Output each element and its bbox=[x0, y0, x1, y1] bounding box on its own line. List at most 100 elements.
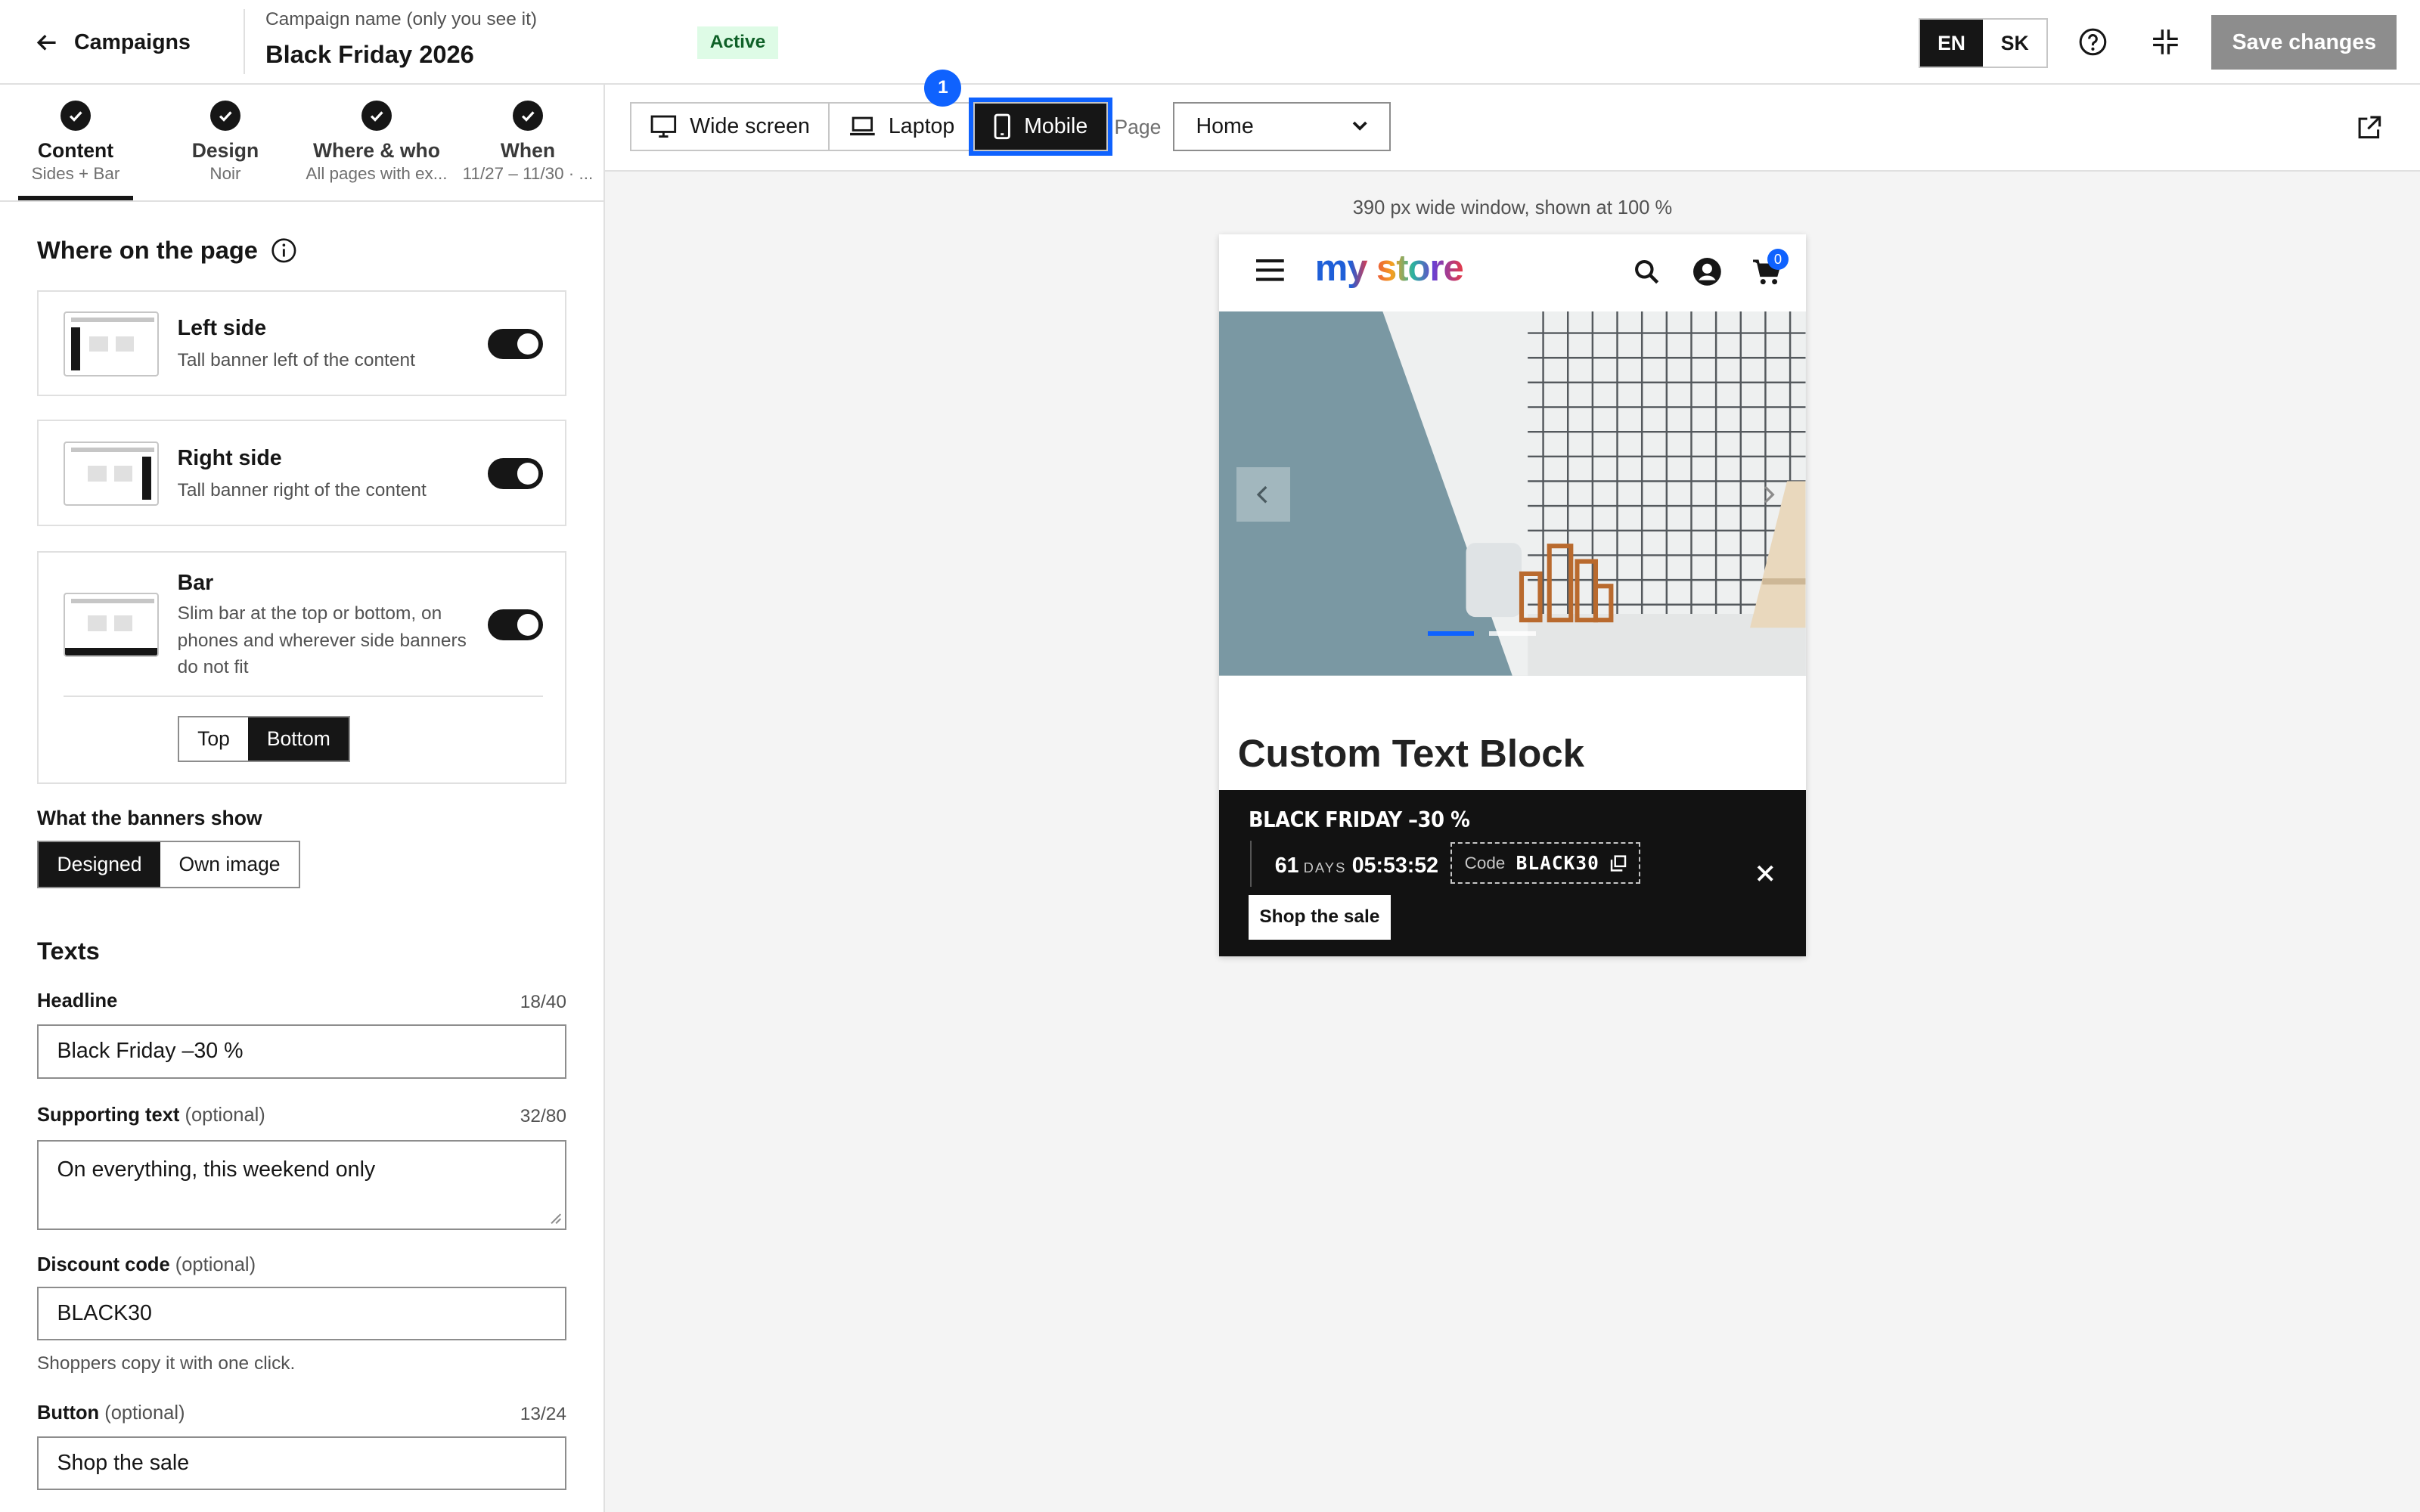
left-side-toggle[interactable] bbox=[487, 328, 544, 360]
step-subtitle: All pages with ex... bbox=[306, 163, 448, 183]
chevron-down-icon bbox=[1352, 121, 1367, 132]
store-header: my store 0 bbox=[1219, 234, 1806, 312]
step-when[interactable]: When 11/27 – 11/30 · ... bbox=[457, 100, 599, 184]
language-en-button[interactable]: EN bbox=[1919, 20, 1984, 67]
step-nav: Content Sides + Bar Design Noir Where & … bbox=[0, 85, 603, 203]
account-icon[interactable] bbox=[1692, 256, 1723, 287]
card-desc: Tall banner right of the content bbox=[177, 479, 427, 500]
left-side-thumbnail bbox=[63, 311, 160, 376]
status-badge: Active bbox=[697, 26, 778, 59]
code-value: BLACK30 bbox=[1516, 852, 1599, 875]
back-label: Campaigns bbox=[73, 29, 191, 54]
mobile-phone-icon bbox=[993, 113, 1011, 140]
collapse-icon[interactable] bbox=[2150, 26, 2181, 57]
placement-card-left: Left side Tall banner left of the conten… bbox=[36, 290, 566, 397]
checkmark-icon bbox=[60, 100, 92, 132]
top-bar: Campaigns Campaign name (only you see it… bbox=[0, 0, 2420, 85]
code-label: Code bbox=[1464, 853, 1506, 872]
own-image-option[interactable]: Own image bbox=[160, 842, 299, 888]
headline-label: Headline bbox=[36, 990, 118, 1012]
promo-headline: BLACK FRIDAY –30 % bbox=[1248, 807, 1470, 833]
carousel-prev-button[interactable] bbox=[1236, 467, 1291, 522]
button-label-text: Button bbox=[36, 1402, 100, 1424]
carousel-next-button[interactable] bbox=[1741, 467, 1795, 521]
button-char-count: 13/24 bbox=[520, 1404, 566, 1425]
search-icon[interactable] bbox=[1633, 258, 1661, 286]
divider bbox=[63, 696, 544, 698]
language-sk-button[interactable]: SK bbox=[1983, 20, 2046, 66]
card-title: Bar bbox=[177, 571, 214, 596]
app-root: Campaigns Campaign name (only you see it… bbox=[0, 0, 2420, 1512]
divider bbox=[0, 200, 603, 203]
help-icon[interactable] bbox=[2076, 25, 2110, 59]
right-side-thumbnail bbox=[63, 441, 160, 507]
wide-screen-button[interactable]: Wide screen bbox=[631, 103, 830, 150]
headline-input[interactable]: Black Friday –30 % bbox=[36, 1024, 566, 1079]
editor-panel: Content Sides + Bar Design Noir Where & … bbox=[0, 85, 603, 1512]
mobile-preview-frame: my store 0 Custom Text Block BLACK FRIDA… bbox=[1219, 234, 1806, 957]
hamburger-menu-icon[interactable] bbox=[1255, 258, 1286, 283]
back-to-campaigns-link[interactable]: Campaigns bbox=[34, 0, 191, 85]
bar-bottom-option[interactable]: Bottom bbox=[248, 717, 349, 761]
step-title: When bbox=[500, 138, 556, 162]
laptop-button[interactable]: Laptop bbox=[830, 103, 975, 150]
info-icon[interactable] bbox=[270, 237, 298, 265]
hero-carousel bbox=[1219, 311, 1806, 676]
carousel-dot[interactable] bbox=[1427, 631, 1474, 636]
placement-title: Where on the page bbox=[36, 236, 258, 265]
preview-area: Wide screen Laptop Mobile 1 Page Home 39… bbox=[604, 69, 2420, 1512]
supporting-text-textarea[interactable]: On everything, this weekend only bbox=[36, 1140, 566, 1230]
banner-show-label: What the banners show bbox=[36, 807, 262, 830]
step-title: Content bbox=[37, 138, 114, 162]
optional-tag: (optional) bbox=[185, 1105, 265, 1126]
step-subtitle: Sides + Bar bbox=[31, 163, 120, 183]
discount-helper-text: Shoppers copy it with one click. bbox=[36, 1352, 296, 1374]
optional-tag: (optional) bbox=[175, 1254, 256, 1276]
placement-card-bar: Bar Slim bar at the top or bottom, on ph… bbox=[36, 550, 566, 784]
discount-code-input[interactable]: BLACK30 bbox=[36, 1287, 566, 1341]
designed-option[interactable]: Designed bbox=[38, 842, 160, 888]
close-icon[interactable] bbox=[1756, 864, 1774, 882]
countdown-timer: 05:53:52 bbox=[1351, 853, 1439, 878]
device-label: Wide screen bbox=[690, 113, 810, 138]
save-changes-button[interactable]: Save changes bbox=[2211, 15, 2397, 70]
device-label: Mobile bbox=[1024, 113, 1088, 138]
discount-code-label: Discount code (optional) bbox=[37, 1254, 256, 1276]
custom-text-block-title: Custom Text Block bbox=[1237, 732, 1584, 776]
divider bbox=[1250, 841, 1252, 888]
card-title: Left side bbox=[177, 316, 267, 341]
texts-section-title: Texts bbox=[36, 936, 100, 965]
monitor-icon bbox=[650, 114, 678, 139]
checkmark-icon bbox=[209, 100, 241, 132]
promo-bar-preview: BLACK FRIDAY –30 % 61 DAYS 05:53:52 Code … bbox=[1219, 789, 1806, 957]
device-label: Laptop bbox=[888, 113, 955, 138]
button-text-input[interactable]: Shop the sale bbox=[36, 1436, 566, 1491]
right-side-toggle[interactable] bbox=[487, 458, 544, 489]
step-where-who[interactable]: Where & who All pages with ex... bbox=[302, 100, 451, 184]
optional-tag: (optional) bbox=[104, 1402, 185, 1424]
mobile-button[interactable]: Mobile bbox=[968, 97, 1112, 156]
supporting-char-count: 32/80 bbox=[520, 1106, 566, 1127]
shop-the-sale-button[interactable]: Shop the sale bbox=[1248, 894, 1391, 940]
step-design[interactable]: Design Noir bbox=[172, 100, 280, 184]
bar-thumbnail bbox=[63, 592, 160, 658]
discount-code-copy[interactable]: Code BLACK30 bbox=[1450, 842, 1641, 885]
step-content[interactable]: Content Sides + Bar bbox=[22, 100, 130, 184]
supporting-text-label: Supporting text (optional) bbox=[37, 1105, 265, 1126]
bar-top-option[interactable]: Top bbox=[178, 717, 249, 761]
carousel-dot[interactable] bbox=[1489, 631, 1536, 636]
language-switcher: EN SK bbox=[1918, 18, 2049, 68]
step-subtitle: Noir bbox=[209, 163, 241, 183]
bar-toggle[interactable] bbox=[487, 609, 544, 640]
external-link-icon[interactable] bbox=[2355, 114, 2383, 142]
placement-card-right: Right side Tall banner right of the cont… bbox=[36, 420, 566, 526]
step-marker-badge: 1 bbox=[924, 69, 962, 107]
campaign-name[interactable]: Black Friday 2026 bbox=[265, 40, 474, 69]
store-logo[interactable]: my store bbox=[1315, 247, 1464, 290]
supporting-text-value: On everything, this weekend only bbox=[57, 1157, 376, 1182]
page-select[interactable]: Home bbox=[1172, 101, 1391, 151]
supporting-label-text: Supporting text bbox=[36, 1105, 180, 1126]
divider bbox=[244, 9, 246, 74]
page-select-value: Home bbox=[1196, 113, 1254, 138]
headline-char-count: 18/40 bbox=[520, 992, 566, 1013]
